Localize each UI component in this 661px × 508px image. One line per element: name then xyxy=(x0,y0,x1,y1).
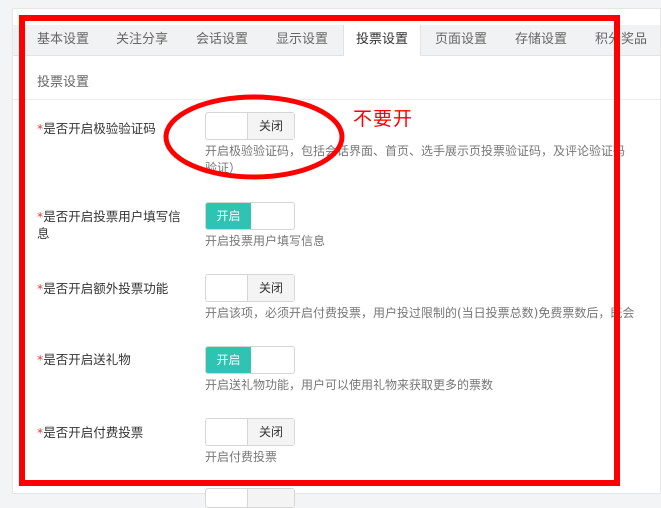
extra-vote-help: 开启该项，必须开启付费投票，用户投过限制的(当日投票总数)免费票数后，既会 xyxy=(205,306,635,320)
tab-points-prizes[interactable]: 积分奖品 xyxy=(595,25,647,55)
tab-basic-settings[interactable]: 基本设置 xyxy=(37,25,89,55)
settings-tabs: 基本设置 关注分享 会话设置 显示设置 投票设置 页面设置 存储设置 积分奖品 xyxy=(13,25,660,56)
tab-display-settings[interactable]: 显示设置 xyxy=(276,25,328,55)
gifts-help: 开启送礼物功能，用户可以使用礼物来获取更多的票数 xyxy=(205,378,494,392)
gifts-toggle[interactable]: 开启 xyxy=(205,346,295,374)
captcha-help: 开启极验验证码，包括会话界面、首页、选手展示页投票验证码，及评论验证码 xyxy=(205,144,626,158)
tab-session-settings[interactable]: 会话设置 xyxy=(196,25,248,55)
tab-storage-settings[interactable]: 存储设置 xyxy=(515,25,567,55)
user-info-toggle[interactable]: 开启 xyxy=(205,202,295,230)
captcha-toggle[interactable]: 关闭 xyxy=(205,112,295,140)
setting-label-captcha: *是否开启极验验证码 xyxy=(37,121,156,136)
extra-vote-toggle[interactable]: 关闭 xyxy=(205,274,295,302)
section-title: 投票设置 xyxy=(37,75,90,90)
user-info-help: 开启投票用户填写信息 xyxy=(205,234,326,248)
settings-panel: 基本设置 关注分享 会话设置 显示设置 投票设置 页面设置 存储设置 积分奖品 … xyxy=(12,8,661,508)
setting-label-user-info: *是否开启投票用户填写信息 xyxy=(37,209,181,241)
next-setting-toggle[interactable] xyxy=(205,488,295,508)
setting-label-gifts: *是否开启送礼物 xyxy=(37,352,131,367)
tab-page-settings[interactable]: 页面设置 xyxy=(435,25,487,55)
setting-label-extra-vote: *是否开启额外投票功能 xyxy=(37,281,169,296)
paid-vote-help: 开启付费投票 xyxy=(205,450,278,464)
tab-vote-settings[interactable]: 投票设置 xyxy=(343,25,422,56)
setting-label-paid-vote: *是否开启付费投票 xyxy=(37,425,144,440)
captcha-help-line2: 验证） xyxy=(205,161,242,175)
annotation-text: 不要开 xyxy=(353,108,414,130)
tab-follow-share[interactable]: 关注分享 xyxy=(116,25,168,55)
paid-vote-toggle[interactable]: 关闭 xyxy=(205,418,295,446)
section-divider xyxy=(13,99,660,100)
